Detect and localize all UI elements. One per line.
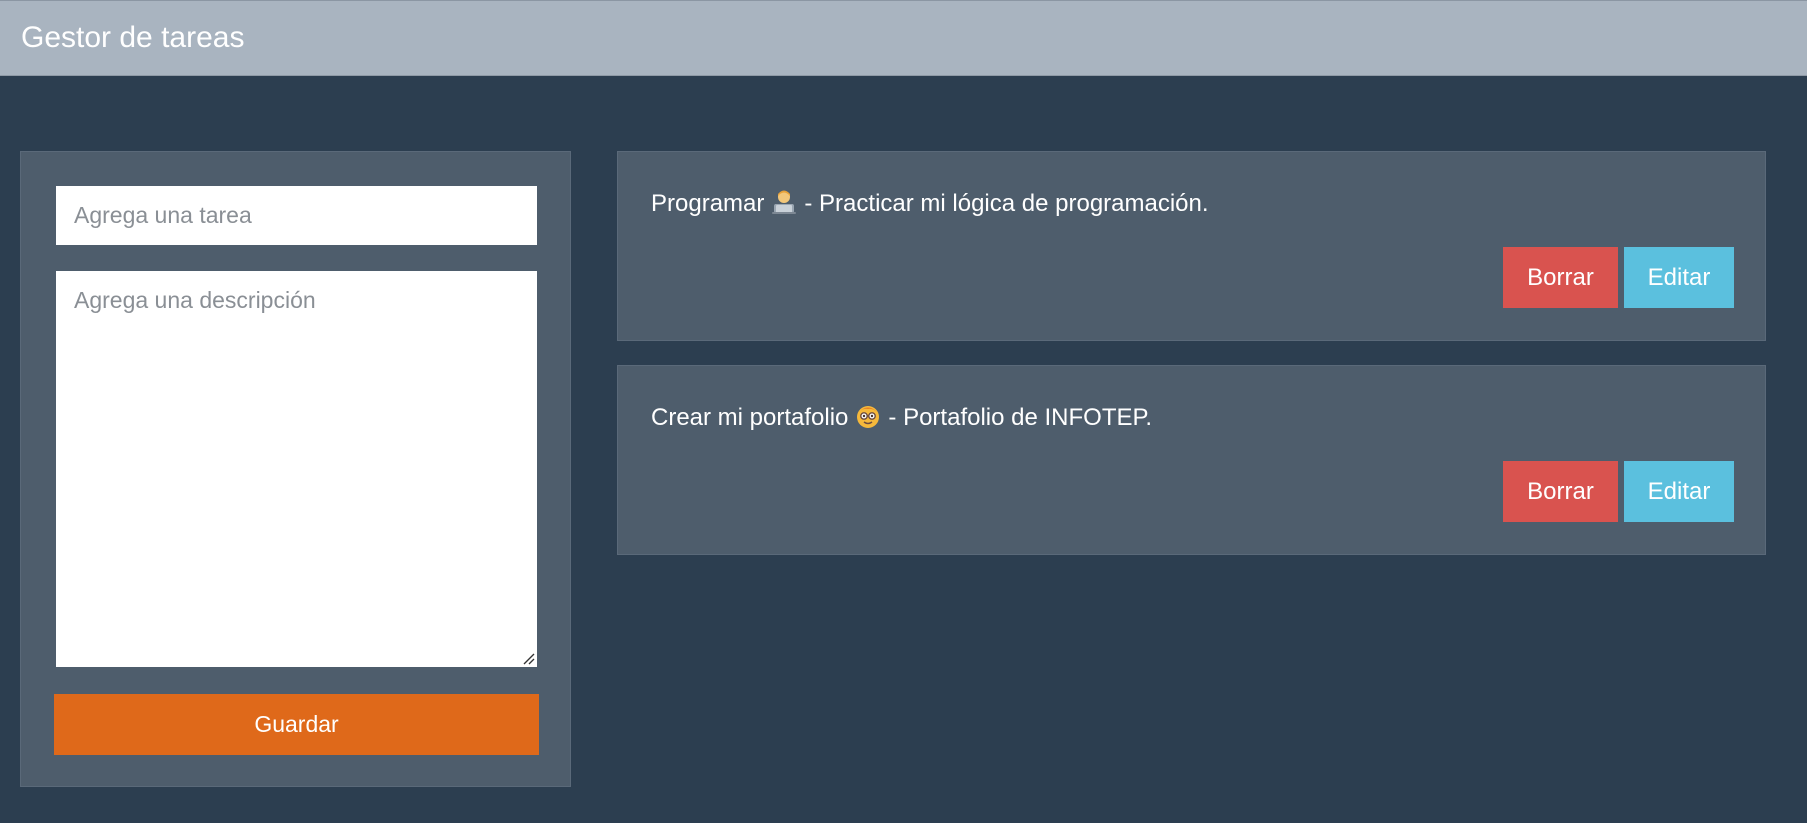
- save-button[interactable]: Guardar: [54, 694, 539, 755]
- nerd-face-emoji-icon: [857, 406, 880, 428]
- delete-button[interactable]: Borrar: [1503, 247, 1618, 308]
- task-text: Programar - Practicar mi lógica de progr…: [651, 188, 1209, 219]
- task-description: Practicar mi lógica de programación.: [819, 190, 1209, 217]
- task-title: Crear mi portafolio: [651, 404, 849, 431]
- task-title-input[interactable]: [56, 186, 537, 245]
- task-title: Programar: [651, 190, 765, 217]
- task-card: Crear mi portafolio - Portafolio de INFO…: [617, 365, 1766, 555]
- edit-button[interactable]: Editar: [1624, 461, 1734, 522]
- delete-button[interactable]: Borrar: [1503, 461, 1618, 522]
- task-separator: -: [804, 190, 813, 217]
- task-description: Portafolio de INFOTEP.: [903, 404, 1153, 431]
- resize-grip-icon[interactable]: [522, 652, 535, 665]
- app-title[interactable]: Gestor de tareas: [21, 20, 244, 56]
- task-separator: -: [888, 404, 897, 431]
- navbar: Gestor de tareas: [0, 0, 1807, 76]
- edit-button[interactable]: Editar: [1624, 247, 1734, 308]
- task-form-card: Guardar: [20, 151, 571, 787]
- task-description-textarea[interactable]: [56, 271, 537, 667]
- task-card: Programar - Practicar mi lógica de progr…: [617, 151, 1766, 341]
- task-text: Crear mi portafolio - Portafolio de INFO…: [651, 402, 1152, 433]
- technologist-emoji-icon: [772, 190, 797, 214]
